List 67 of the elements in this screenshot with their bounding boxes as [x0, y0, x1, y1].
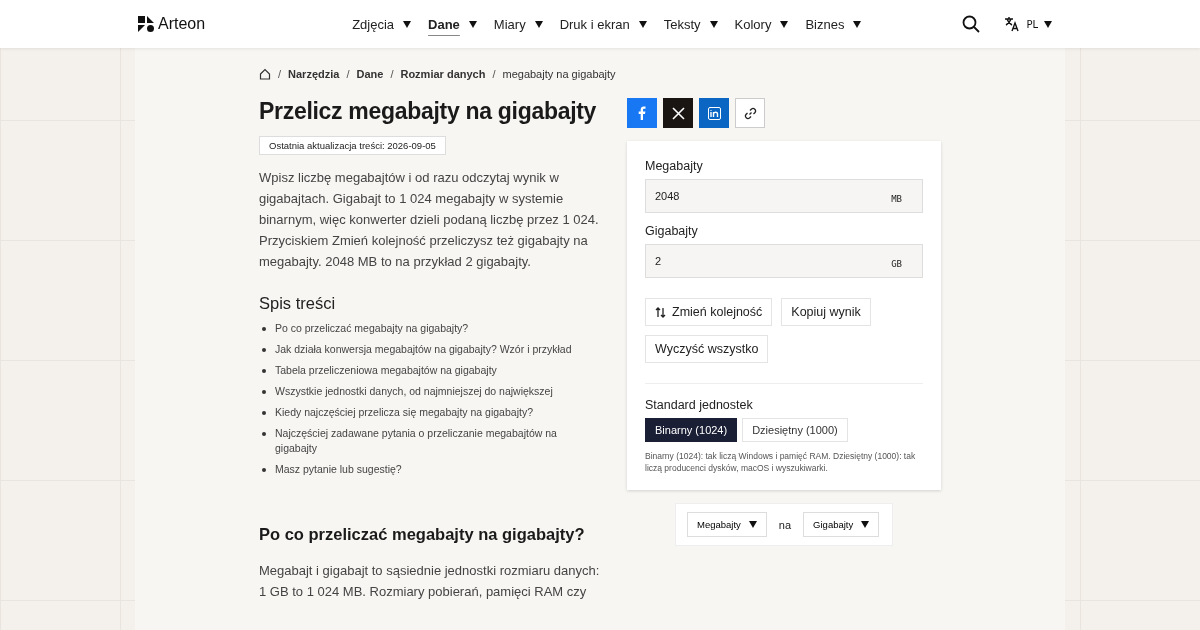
standard-label: Standard jednostek	[645, 398, 754, 412]
section-paragraph: Megabajt i gigabajt to sąsiednie jednostki rozmiaru danych: 1 GB to 1 024 MB. Rozmiary pobierań, pamięci RAM czy	[259, 562, 601, 601]
breadcrumb-link[interactable]: Rozmiar danych	[400, 68, 486, 80]
translate-icon	[1004, 16, 1021, 32]
toc-link[interactable]: Jak działa konwersja megabajtów na gigabajty? Wzór i przykład	[275, 342, 595, 357]
caret-icon	[853, 20, 862, 28]
toc-link[interactable]: Najczęściej zadawane pytania o przeliczanie megabajtów na gigabajty	[275, 426, 595, 456]
link-icon	[743, 106, 757, 120]
caret-icon	[780, 20, 789, 28]
copy-link-button[interactable]	[735, 98, 765, 128]
section-heading: Po co przeliczać megabajty na gigabajty?	[259, 525, 586, 544]
logo-text: Arteon	[158, 15, 206, 33]
caret-icon	[638, 20, 647, 28]
toc-link[interactable]: Kiedy najczęściej przelicza się megabajty na gigabajty?	[275, 405, 595, 420]
nav-menu[interactable]: Zdjęcia	[345, 12, 419, 36]
search-icon[interactable]	[962, 15, 981, 33]
breadcrumb-separator: /	[346, 68, 350, 80]
standard-note: Binarny (1024): tak liczą Windows i pamięć RAM. Dziesiętny (1000): tak liczą producenci dysków, macOS i wyszukiwarki.	[645, 450, 917, 474]
caret-icon	[709, 20, 718, 28]
action-button[interactable]: Wyczyść wszystko	[645, 335, 769, 363]
standard-option[interactable]: Dziesiętny (1000)	[742, 418, 848, 442]
caret-icon	[403, 20, 412, 28]
breadcrumb-link[interactable]: megabajty na gigabajty	[502, 68, 616, 80]
toc-link[interactable]: Masz pytanie lub sugestię?	[275, 462, 595, 477]
breadcrumb-link[interactable]: Narzędzia	[288, 68, 340, 80]
breadcrumb-separator: /	[278, 68, 282, 80]
linkedin-icon	[707, 106, 721, 120]
field-label: Megabajty	[645, 159, 704, 173]
standard-option[interactable]: Binarny (1024)	[645, 418, 738, 442]
facebook-icon	[638, 106, 646, 120]
caret-icon	[748, 521, 757, 528]
toc-link[interactable]: Po co przeliczać megabajty na gigabajty?	[275, 321, 595, 336]
page-title: Przelicz megabajty na gigabajty	[259, 98, 598, 125]
intro-paragraph: Wpisz liczbę megabajtów i od razu odczytaj wynik w gigabajtach. Gigabajt to 1 024 megabajty w systemie binarnym, więc konwerter dzieli podaną liczbę przez 1 024. Przyciskiem Zmień kolejność przeliczysz też gigabajty na megabajty. 2048 MB to na przykład 2 gigabajty.	[259, 169, 600, 271]
logo-icon	[138, 16, 154, 32]
breadcrumb-link[interactable]: Dane	[356, 68, 384, 80]
nav-menu[interactable]: Miary	[486, 12, 550, 36]
toc-link[interactable]: Tabela przeliczeniowa megabajtów na gigabajty	[275, 363, 595, 378]
nav-menu[interactable]: Biznes	[798, 12, 869, 36]
language-switch[interactable]: PL	[998, 15, 1058, 33]
linkedin-share-button[interactable]	[699, 98, 729, 128]
caret-icon	[861, 521, 870, 528]
field-label: Gigabajty	[645, 224, 699, 238]
input-field[interactable]: 2048 MB	[645, 179, 923, 213]
nav-menu[interactable]: Druk i ekran	[552, 12, 654, 36]
breadcrumb-separator: /	[492, 68, 496, 80]
to-unit-select[interactable]: Gigabajty	[803, 512, 880, 537]
x-share-button[interactable]	[663, 98, 693, 128]
home-icon[interactable]	[259, 68, 271, 80]
toc-link[interactable]: Wszystkie jednostki danych, od najmniejszej do największej	[275, 384, 595, 399]
breadcrumb-separator: /	[390, 68, 394, 80]
joiner-text: na	[778, 518, 792, 531]
swap-icon	[655, 306, 666, 318]
caret-icon	[534, 20, 543, 28]
nav-menu[interactable]: Teksty	[656, 12, 725, 36]
action-button[interactable]: Kopiuj wynik	[781, 298, 871, 326]
x-icon	[671, 106, 685, 120]
caret-icon	[468, 20, 477, 28]
nav-menu[interactable]: Dane	[421, 12, 484, 36]
from-unit-select[interactable]: Megabajty	[687, 512, 767, 537]
swap-button[interactable]: Zmień kolejność	[645, 298, 773, 326]
toc-heading: Spis treści	[259, 294, 337, 313]
logo[interactable]: Arteon	[138, 15, 206, 33]
update-date-badge: Ostatnia aktualizacja treści: 2026-09-05	[259, 136, 446, 155]
nav-menu[interactable]: Kolory	[727, 12, 796, 36]
input-field[interactable]: 2 GB	[645, 244, 923, 278]
facebook-share-button[interactable]	[627, 98, 657, 128]
